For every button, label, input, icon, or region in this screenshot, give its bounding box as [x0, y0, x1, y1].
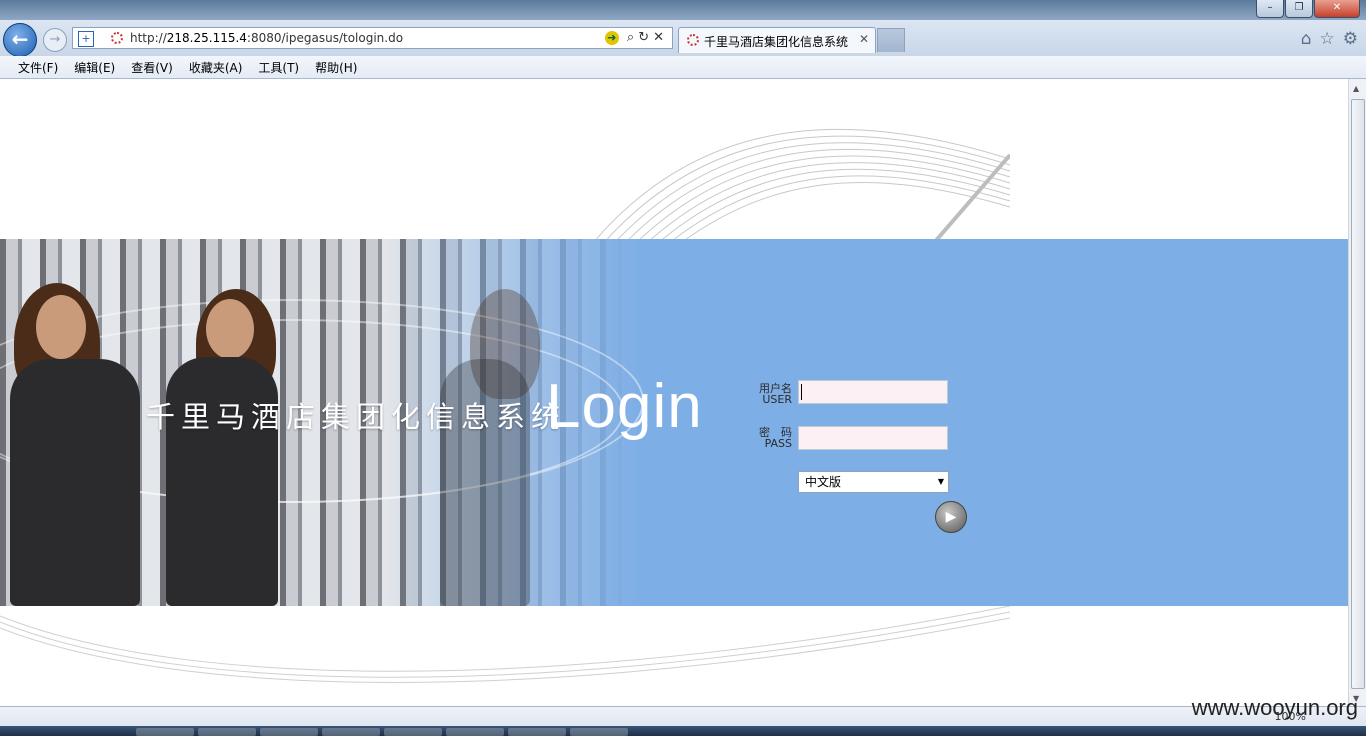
- language-selected-value: 中文版: [805, 475, 842, 489]
- stop-icon[interactable]: ✕: [653, 30, 668, 45]
- menu-favorites[interactable]: 收藏夹(A): [189, 59, 243, 76]
- user-label: 用户名 USER: [732, 383, 792, 405]
- address-bar[interactable]: + http://218.25.115.4:8080/ipegasus/tolo…: [72, 27, 673, 49]
- taskbar-item[interactable]: [260, 728, 318, 736]
- username-input[interactable]: [798, 380, 948, 404]
- play-arrow-icon: ▶: [945, 509, 957, 525]
- menu-edit[interactable]: 编辑(E): [74, 59, 115, 76]
- menu-bar: 文件(F) 编辑(E) 查看(V) 收藏夹(A) 工具(T) 帮助(H): [0, 56, 1366, 79]
- tab-title: 千里马酒店集团化信息系统: [704, 35, 849, 49]
- site-favicon-icon: [111, 32, 123, 44]
- close-window-button[interactable]: ✕: [1314, 0, 1360, 18]
- person-right-face: [206, 299, 254, 359]
- taskbar-item[interactable]: [570, 728, 628, 736]
- favorites-star-icon[interactable]: ☆: [1320, 29, 1335, 49]
- tab-favicon-icon: [687, 34, 699, 46]
- menu-help[interactable]: 帮助(H): [315, 59, 357, 76]
- decorative-swoosh-bottom: [0, 606, 1010, 683]
- refresh-icon[interactable]: ↻: [638, 30, 653, 45]
- address-tools: ➜ ⌕↻✕: [604, 30, 668, 45]
- search-icon[interactable]: ⌕: [627, 30, 638, 45]
- scroll-up-icon[interactable]: ▲: [1353, 84, 1359, 93]
- taskbar-item[interactable]: [322, 728, 380, 736]
- maximize-button[interactable]: ❐: [1285, 0, 1313, 18]
- watermark-text: www.wooyun.org: [1191, 695, 1358, 720]
- taskbar-item[interactable]: [446, 728, 504, 736]
- pass-label-en: PASS: [764, 437, 792, 450]
- window-controls: – ❐ ✕: [1255, 0, 1360, 18]
- compatibility-icon[interactable]: +: [78, 31, 94, 47]
- person-left-face: [36, 295, 86, 359]
- decorative-swoosh-top: [579, 128, 1010, 259]
- minimize-button[interactable]: –: [1256, 0, 1284, 18]
- window-titlebar: – ❐ ✕: [0, 0, 1366, 20]
- forward-button[interactable]: →: [43, 28, 67, 52]
- person-left-body: [10, 359, 140, 606]
- back-button[interactable]: ←: [3, 23, 37, 57]
- password-input[interactable]: [798, 426, 948, 450]
- taskbar-item[interactable]: [508, 728, 566, 736]
- user-label-en: USER: [762, 393, 792, 406]
- text-caret: [801, 384, 802, 400]
- go-icon[interactable]: ➜: [604, 31, 619, 45]
- system-title: 千里马酒店集团化信息系统: [146, 400, 567, 434]
- vertical-scrollbar[interactable]: ▲ ▼: [1348, 79, 1366, 706]
- taskbar-item[interactable]: [384, 728, 442, 736]
- dropdown-arrow-icon: ▼: [937, 477, 944, 486]
- menu-file[interactable]: 文件(F): [18, 59, 58, 76]
- tab-close-icon[interactable]: ✕: [859, 32, 869, 46]
- taskbar-item[interactable]: [198, 728, 256, 736]
- page-content: 千里马酒店集团化信息系统 Login 用户名 USER 密 码 PASS 中文版…: [0, 79, 1348, 706]
- login-banner: 千里马酒店集团化信息系统 Login 用户名 USER 密 码 PASS 中文版…: [0, 239, 1348, 606]
- url-text: http://218.25.115.4:8080/ipegasus/tologi…: [130, 31, 404, 45]
- menu-tools[interactable]: 工具(T): [258, 59, 299, 76]
- tab-login[interactable]: 千里马酒店集团化信息系统 ✕: [678, 27, 876, 53]
- status-bar: 100% www.wooyun.org: [0, 695, 1366, 727]
- taskbar-item[interactable]: [136, 728, 194, 736]
- browser-right-icons: ⌂ ☆ ⚙: [1301, 29, 1358, 49]
- new-tab-button[interactable]: [877, 28, 905, 52]
- windows-taskbar: [0, 726, 1366, 736]
- language-select[interactable]: 中文版 ▼: [798, 471, 949, 493]
- scrollbar-thumb[interactable]: [1351, 99, 1365, 689]
- menu-list: 文件(F) 编辑(E) 查看(V) 收藏夹(A) 工具(T) 帮助(H): [10, 59, 365, 76]
- settings-gear-icon[interactable]: ⚙: [1343, 29, 1358, 49]
- home-icon[interactable]: ⌂: [1301, 29, 1312, 49]
- pass-label: 密 码 PASS: [732, 427, 792, 449]
- menu-view[interactable]: 查看(V): [131, 59, 173, 76]
- login-heading: Login: [546, 372, 703, 441]
- login-submit-button[interactable]: ▶: [935, 501, 967, 533]
